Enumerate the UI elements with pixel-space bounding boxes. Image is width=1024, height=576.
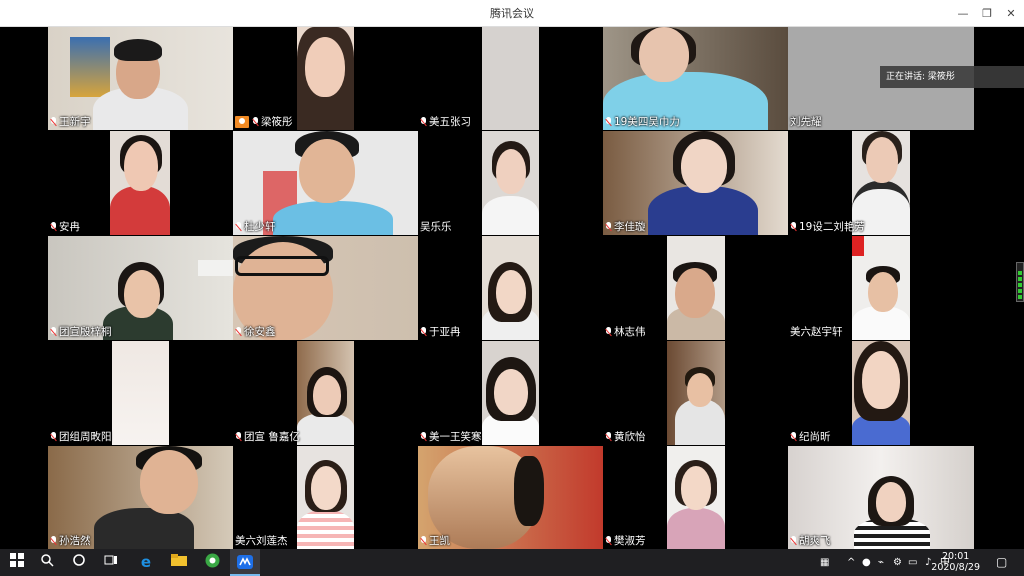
participant-name: 王新宇 bbox=[50, 114, 91, 129]
video-tile[interactable]: 美六刘莲杰 bbox=[233, 446, 418, 549]
participant-name: 于亚冉 bbox=[420, 324, 461, 339]
speaking-indicator: 正在讲话: 梁筱彤 bbox=[880, 66, 1024, 88]
qr-code-icon[interactable]: ▦ bbox=[820, 549, 829, 576]
participant-name: 徐安鑫 bbox=[235, 324, 276, 339]
video-tile[interactable]: 团宣殷梓桐 bbox=[48, 236, 233, 340]
clock-time: 20:01 bbox=[941, 551, 970, 562]
video-tile[interactable]: 吴乐乐 bbox=[418, 131, 603, 235]
mic-muted-icon bbox=[420, 326, 427, 337]
mic-muted-icon bbox=[420, 535, 427, 546]
mic-muted-icon bbox=[50, 116, 57, 127]
mic-muted-icon bbox=[605, 116, 612, 127]
file-explorer-icon[interactable] bbox=[170, 553, 188, 571]
mic-icon bbox=[252, 116, 259, 127]
video-tile[interactable]: 美一王笑寒 bbox=[418, 341, 603, 445]
clock-date: 2020/8/29 bbox=[931, 562, 980, 573]
window-title-bar: 腾讯会议 — ❐ ✕ bbox=[0, 0, 1024, 27]
video-tile[interactable]: 安冉 bbox=[48, 131, 233, 235]
video-tile[interactable]: 团组周畋阳 bbox=[48, 341, 233, 445]
participant-name: 杜少轩 bbox=[235, 219, 276, 234]
tencent-meeting-taskbar-button[interactable] bbox=[230, 549, 260, 576]
participant-name: 美五张习 bbox=[420, 114, 471, 129]
mic-muted-icon bbox=[420, 431, 427, 442]
video-tile[interactable]: 团宣 鲁嘉亿 bbox=[233, 341, 418, 445]
video-tile[interactable]: 林志伟 bbox=[603, 236, 788, 340]
video-grid: 王新宇 梁筱彤 美五张习 19美四吴巾力 刘先耀 安冉 杜少轩 吴乐乐 李佳璇 … bbox=[0, 27, 1024, 549]
windows-taskbar: e ▦ ^ ● ⌁ ⚙ ▭ ♪ 中 20:01 2020/8/29 ▢ bbox=[0, 549, 1024, 576]
mic-muted-icon bbox=[235, 431, 242, 442]
mic-muted-icon bbox=[605, 326, 612, 337]
browser-icon[interactable] bbox=[203, 553, 221, 571]
participant-name: 美一王笑寒 bbox=[420, 429, 482, 444]
tray-settings-icon[interactable]: ⚙ bbox=[893, 549, 902, 576]
mic-muted-icon bbox=[50, 221, 57, 232]
video-tile[interactable]: 19设二刘艳芳 bbox=[788, 131, 974, 235]
mic-muted-icon bbox=[605, 431, 612, 442]
participant-name: 团宣 鲁嘉亿 bbox=[235, 429, 300, 444]
video-tile[interactable]: 于亚冉 bbox=[418, 236, 603, 340]
system-clock[interactable]: 20:01 2020/8/29 bbox=[931, 551, 980, 573]
task-view-icon[interactable] bbox=[102, 553, 120, 571]
mic-muted-icon bbox=[50, 535, 57, 546]
notification-center-icon[interactable]: ▢ bbox=[996, 549, 1007, 576]
minimize-button[interactable]: — bbox=[952, 0, 974, 27]
video-tile[interactable]: 梁筱彤 bbox=[233, 27, 418, 130]
participant-name: 19美四吴巾力 bbox=[605, 114, 680, 129]
mic-muted-icon bbox=[50, 431, 57, 442]
participant-name: 刘先耀 bbox=[790, 116, 822, 128]
video-tile[interactable]: 王新宇 bbox=[48, 27, 233, 130]
mic-muted-icon bbox=[235, 326, 242, 337]
participant-name: 孙浩然 bbox=[50, 533, 91, 548]
windows-logo-icon[interactable] bbox=[8, 553, 26, 571]
video-tile[interactable]: 19美四吴巾力 bbox=[603, 27, 788, 130]
participant-name: 林志伟 bbox=[605, 324, 646, 339]
cortana-icon[interactable] bbox=[70, 553, 88, 571]
search-icon[interactable] bbox=[38, 553, 56, 571]
participant-name: 吴乐乐 bbox=[420, 221, 452, 233]
host-icon bbox=[235, 115, 249, 128]
participant-name: 美六赵宇轩 bbox=[790, 326, 843, 338]
battery-icon[interactable]: ▭ bbox=[908, 549, 917, 576]
participant-name: 樊淑芳 bbox=[605, 533, 646, 548]
participant-name: 安冉 bbox=[50, 219, 80, 234]
video-tile[interactable]: 徐安鑫 bbox=[233, 236, 418, 340]
participant-name: 李佳璇 bbox=[605, 219, 646, 234]
video-tile[interactable]: 杜少轩 bbox=[233, 131, 418, 235]
video-tile[interactable]: 樊淑芳 bbox=[603, 446, 788, 549]
mic-muted-icon bbox=[790, 431, 797, 442]
participant-name: 团组周畋阳 bbox=[50, 429, 112, 444]
restore-button[interactable]: ❐ bbox=[976, 0, 998, 27]
edge-browser-icon[interactable]: e bbox=[137, 553, 155, 571]
participant-name: 黄欣怡 bbox=[605, 429, 646, 444]
mic-muted-icon bbox=[790, 221, 797, 232]
video-tile[interactable]: 黄欣怡 bbox=[603, 341, 788, 445]
close-button[interactable]: ✕ bbox=[1000, 0, 1022, 27]
volume-level-bar bbox=[1016, 262, 1024, 302]
video-tile[interactable]: 王凯 bbox=[418, 446, 603, 549]
mic-muted-icon bbox=[605, 535, 612, 546]
mic-muted-icon bbox=[790, 535, 797, 546]
window-title: 腾讯会议 bbox=[490, 7, 534, 20]
video-tile[interactable]: 纪尚昕 bbox=[788, 341, 974, 445]
mic-muted-icon bbox=[605, 221, 612, 232]
video-tile[interactable]: 胡爽飞 bbox=[788, 446, 974, 549]
participant-name: 美六刘莲杰 bbox=[235, 535, 288, 547]
mic-muted-icon bbox=[50, 326, 57, 337]
show-hidden-icons-icon[interactable]: ^ bbox=[847, 549, 855, 576]
video-tile[interactable]: 美六赵宇轩 bbox=[788, 236, 974, 340]
mic-muted-icon bbox=[420, 116, 427, 127]
participant-name: 梁筱彤 bbox=[235, 114, 293, 129]
network-icon[interactable]: ⌁ bbox=[878, 549, 884, 576]
participant-name: 19设二刘艳芳 bbox=[790, 219, 865, 234]
video-tile[interactable]: 孙浩然 bbox=[48, 446, 233, 549]
participant-name: 王凯 bbox=[420, 533, 450, 548]
video-tile[interactable]: 美五张习 bbox=[418, 27, 603, 130]
mic-muted-icon bbox=[235, 221, 242, 232]
participant-name: 团宣殷梓桐 bbox=[50, 324, 112, 339]
participant-name: 纪尚昕 bbox=[790, 429, 831, 444]
tray-app-icon[interactable]: ● bbox=[862, 549, 871, 576]
participant-name: 胡爽飞 bbox=[790, 533, 831, 548]
video-tile[interactable]: 李佳璇 bbox=[603, 131, 788, 235]
